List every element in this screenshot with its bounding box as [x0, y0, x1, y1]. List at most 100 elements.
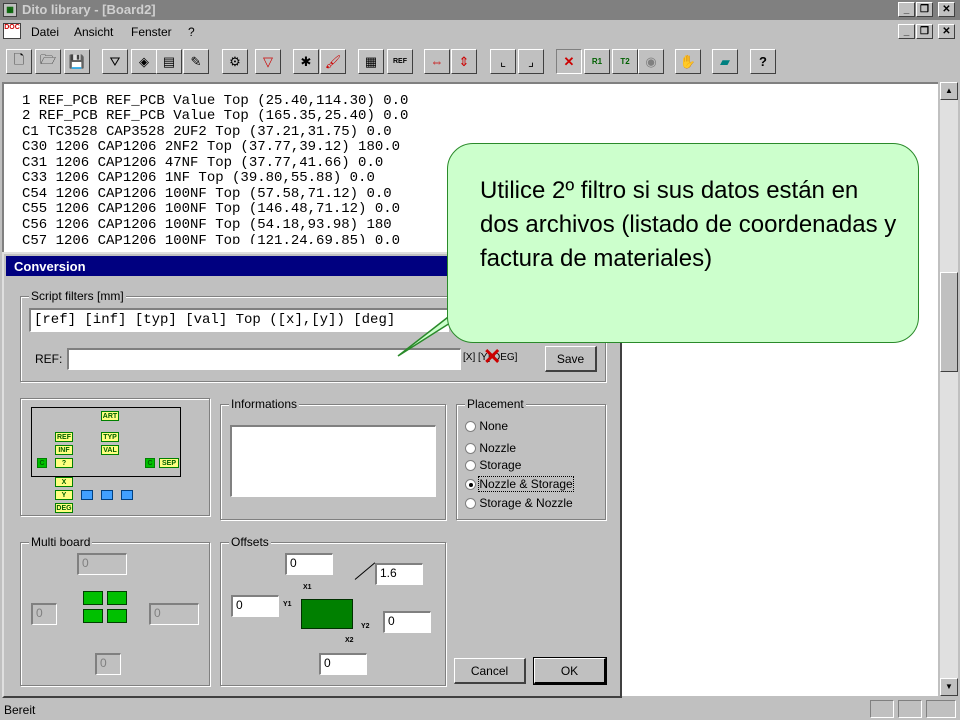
ref-input[interactable] [67, 348, 461, 370]
save-disk-icon[interactable]: 💾 [64, 49, 90, 74]
panel-board-icon [83, 609, 103, 623]
placement-label: Placement [465, 397, 526, 411]
doc-minimize-button[interactable]: _ [898, 24, 915, 39]
paint-brush-icon[interactable]: 🖌 [320, 49, 346, 74]
multi-board-top-input[interactable]: 0 [77, 553, 127, 575]
new-file-icon[interactable]: 🗋 [6, 49, 32, 74]
funnel-icon[interactable]: ▽ [255, 49, 281, 74]
offset-y1-label: Y1 [283, 601, 292, 608]
app-icon[interactable]: ▦ [3, 3, 17, 17]
offset-x2-label: X2 [345, 637, 354, 644]
edit-component-icon[interactable]: ✎ [183, 49, 209, 74]
offset-bottom-input[interactable]: 0 [319, 653, 367, 675]
view-eye-icon[interactable]: ◉ [638, 49, 664, 74]
flow-blue-node [121, 490, 133, 500]
scroll-thumb[interactable] [940, 272, 958, 372]
placement-group: Placement None Nozzle Storage Nozzle & S… [456, 397, 606, 520]
multi-board-left-input[interactable]: 0 [31, 603, 57, 625]
flow-box-deg: DEG [55, 503, 73, 513]
magic-wand-icon[interactable]: ✱ [293, 49, 319, 74]
placement-option-label: Storage [479, 458, 522, 472]
hand-icon[interactable]: ✋ [675, 49, 701, 74]
save-button[interactable]: Save [545, 346, 597, 372]
informations-box[interactable] [230, 425, 436, 497]
ref-icon[interactable]: REF [387, 49, 413, 74]
offset-top-input[interactable]: 0 [285, 553, 333, 575]
placement-option-storage-nozzle[interactable]: Storage & Nozzle [465, 496, 573, 510]
restore-button[interactable]: ❐ [916, 2, 933, 17]
settings-icon[interactable]: ⚙ [222, 49, 248, 74]
minimize-button[interactable]: _ [898, 2, 915, 17]
ok-button[interactable]: OK [533, 657, 607, 685]
move-vertical-icon[interactable]: ⇕ [451, 49, 477, 74]
vertical-scrollbar[interactable]: ▲ ▼ [940, 82, 958, 696]
script-filter-input[interactable]: [ref] [inf] [typ] [val] Top ([x],[y]) [d… [29, 308, 449, 332]
offset-right-input[interactable]: 0 [383, 611, 431, 633]
rotate-r1-icon[interactable]: R1 [584, 49, 610, 74]
menu-help[interactable]: ? [188, 25, 195, 39]
doc-icon[interactable]: DOC [3, 23, 21, 39]
window-title: Dito library - [Board2] [22, 2, 156, 17]
listing-line: C57 1206 CAP1206 100NF Top (121.24,69.85… [22, 234, 401, 244]
offset-x1-label: X1 [303, 584, 312, 591]
listing-line: 2 REF_PCB REF_PCB Value Top (165.35,25.4… [22, 108, 409, 124]
placement-option-nozzle-storage[interactable]: Nozzle & Storage [465, 476, 574, 492]
cancel-button[interactable]: Cancel [454, 658, 526, 684]
offset-left-input[interactable]: 0 [231, 595, 279, 617]
mirror-icon[interactable]: T2 [612, 49, 638, 74]
listing-line: C33 1206 CAP1206 1NF Top (39.80,55.88) 0… [22, 170, 375, 186]
eraser-icon[interactable]: ▰ [712, 49, 738, 74]
grid-icon[interactable]: ▦ [358, 49, 384, 74]
menu-fenster[interactable]: Fenster [131, 25, 172, 39]
menu-datei[interactable]: Datei [31, 25, 59, 39]
select-x-icon[interactable]: ⌞ [490, 49, 516, 74]
status-panel [870, 700, 894, 718]
scroll-up-button[interactable]: ▲ [940, 82, 958, 100]
panel-board-icon [107, 591, 127, 605]
flow-box-c-left: C [37, 458, 47, 468]
placement-option-label: Storage & Nozzle [479, 496, 573, 510]
flow-box-ref: REF [55, 432, 73, 442]
x-mark-icon: ✕ [483, 344, 502, 369]
flow-box-sep: SEP [159, 458, 179, 468]
offset-board-icon [301, 599, 353, 629]
select-y-icon[interactable]: ⌟ [518, 49, 544, 74]
radio-icon [465, 443, 476, 455]
close-button[interactable]: ✕ [938, 2, 955, 17]
doc-close-button[interactable]: ✕ [938, 24, 955, 39]
placement-option-nozzle[interactable]: Nozzle [465, 441, 516, 455]
multi-board-bottom-input[interactable]: 0 [95, 653, 121, 675]
offset-angle-input[interactable]: 1.6 [375, 563, 423, 585]
flow-box-c-right: C [145, 458, 155, 468]
filter-icon[interactable]: ⛛ [102, 49, 128, 74]
radio-selected-icon [465, 479, 476, 491]
flow-blue-node [101, 490, 113, 500]
offsets-group: Offsets 0 1.6 0 0 0 X1 Y1 Y2 X2 [220, 535, 446, 686]
menu-bar: DOC Datei Ansicht Fenster ? _ ❐ ✕ [0, 20, 960, 44]
library-icon[interactable]: ▤ [156, 49, 182, 74]
dialog-title: Conversion [14, 259, 86, 274]
offset-angle-line [354, 562, 376, 580]
open-folder-icon[interactable]: 🗁 [35, 49, 61, 74]
status-panel [926, 700, 956, 718]
callout-seam [449, 300, 475, 320]
move-horizontal-icon[interactable]: ⇔ [424, 49, 450, 74]
multi-board-right-input[interactable]: 0 [149, 603, 199, 625]
placement-option-storage[interactable]: Storage [465, 458, 521, 472]
flow-diagram-group: ART TYP VAL REF INF ? X Y DEG SEP C C [20, 398, 210, 516]
flow-blue-node [81, 490, 93, 500]
components-icon[interactable]: ◈ [131, 49, 157, 74]
listing-line: C55 1206 CAP1206 100NF Top (146.48,71.12… [22, 201, 401, 217]
radio-icon [465, 498, 476, 510]
informations-label: Informations [229, 397, 300, 411]
scroll-down-button[interactable]: ▼ [940, 678, 958, 696]
script-filters-label: Script filters [mm] [29, 289, 126, 303]
placement-option-none[interactable]: None [465, 419, 508, 433]
flow-box-typ: TYP [101, 432, 119, 442]
help-icon[interactable]: ? [750, 49, 776, 74]
title-bar: ▦ Dito library - [Board2] _ ❐ ✕ [0, 0, 960, 20]
ref-label: REF: [35, 352, 63, 366]
doc-restore-button[interactable]: ❐ [916, 24, 933, 39]
menu-ansicht[interactable]: Ansicht [74, 25, 113, 39]
delete-icon[interactable]: ✕ [556, 49, 582, 74]
